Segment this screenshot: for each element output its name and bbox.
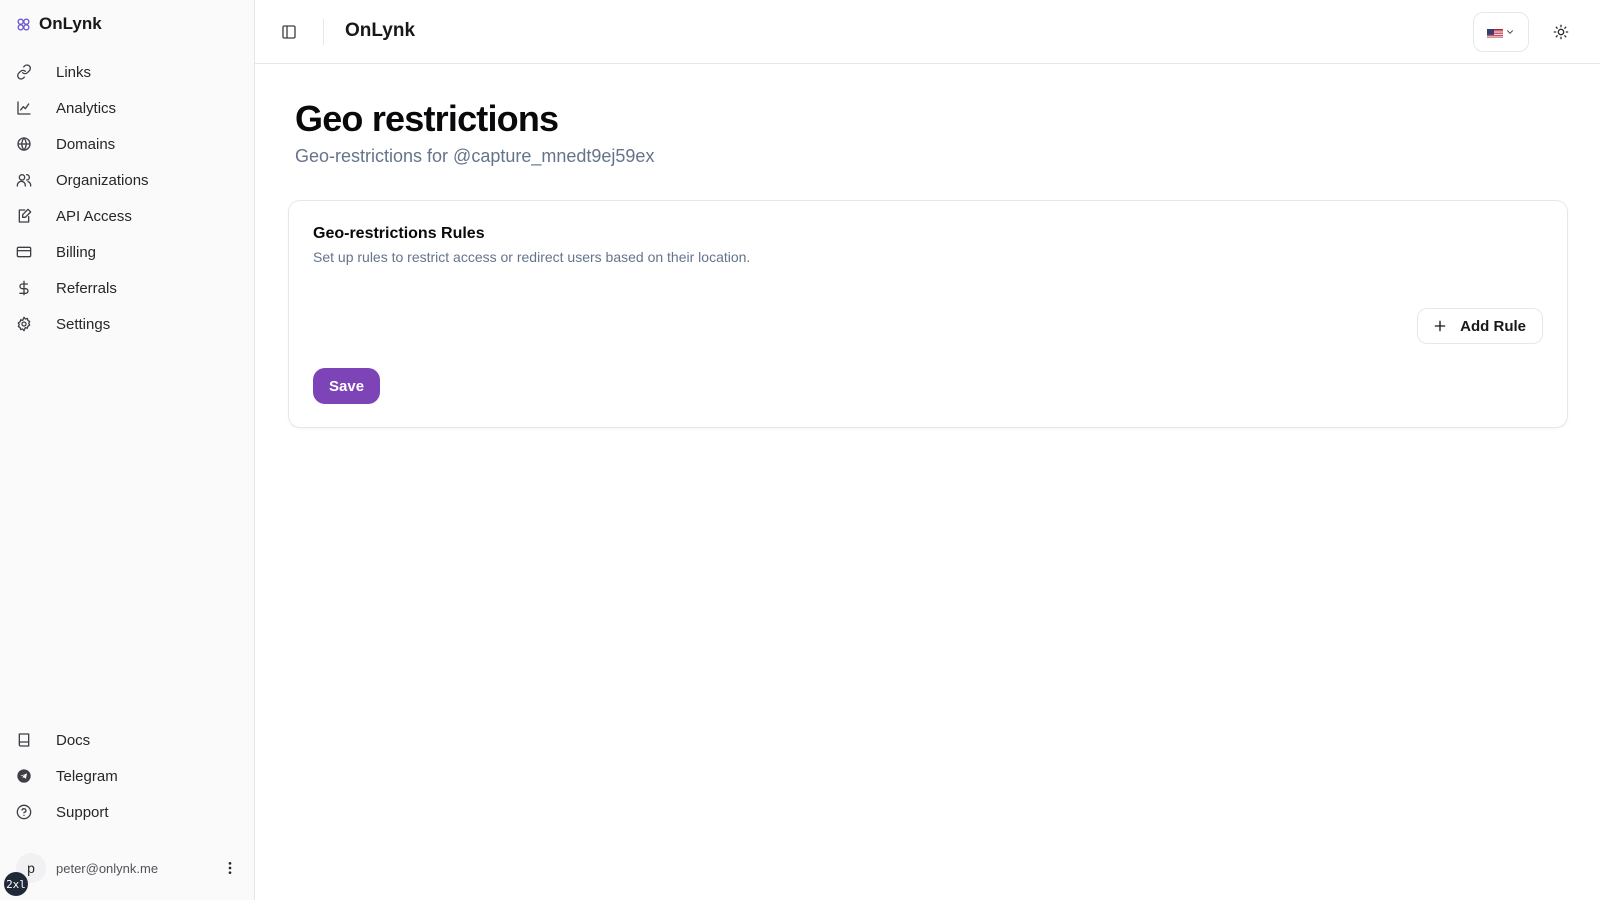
add-rule-label: Add Rule bbox=[1460, 317, 1526, 335]
sidebar-item-settings[interactable]: Settings bbox=[8, 306, 246, 342]
sidebar-item-docs[interactable]: Docs bbox=[8, 722, 246, 758]
sidebar-item-label: Support bbox=[56, 803, 109, 821]
sun-icon[interactable] bbox=[1549, 20, 1573, 44]
page-header: Geo restrictions Geo-restrictions for @c… bbox=[295, 98, 654, 167]
sidebar-item-billing[interactable]: Billing bbox=[8, 234, 246, 270]
help-circle-icon bbox=[16, 804, 32, 820]
card-title: Geo-restrictions Rules bbox=[313, 225, 485, 242]
topbar: OnLynk bbox=[255, 0, 1600, 64]
topbar-title: OnLynk bbox=[345, 20, 416, 41]
sidebar-item-referrals[interactable]: Referrals bbox=[8, 270, 246, 306]
chart-icon bbox=[16, 100, 32, 116]
plus-icon bbox=[1432, 318, 1448, 334]
sidebar-item-telegram[interactable]: Telegram bbox=[8, 758, 246, 794]
globe-icon bbox=[16, 136, 32, 152]
sidebar-item-label: Analytics bbox=[56, 99, 117, 117]
user-profile[interactable]: p peter@onlynk.me bbox=[16, 852, 242, 884]
credit-card-icon bbox=[16, 244, 32, 260]
logo-icon bbox=[16, 17, 31, 32]
sidebar-item-links[interactable]: Links bbox=[8, 54, 246, 90]
users-icon bbox=[16, 172, 32, 188]
sidebar-toggle-icon[interactable] bbox=[277, 20, 301, 44]
sidebar-item-analytics[interactable]: Analytics bbox=[8, 90, 246, 126]
sidebar-item-support[interactable]: Support bbox=[8, 794, 246, 830]
sidebar-item-api-access[interactable]: API Access bbox=[8, 198, 246, 234]
telegram-icon bbox=[16, 768, 32, 784]
book-icon bbox=[16, 732, 32, 748]
sidebar-bottom-nav: Docs Telegram Support bbox=[8, 722, 246, 830]
sidebar-item-label: Billing bbox=[56, 243, 97, 261]
language-selector[interactable] bbox=[1473, 12, 1529, 52]
sidebar-item-label: Links bbox=[56, 63, 92, 81]
sidebar-item-label: Organizations bbox=[56, 171, 149, 189]
add-rule-button[interactable]: Add Rule bbox=[1417, 308, 1543, 344]
save-button[interactable]: Save bbox=[313, 368, 381, 404]
sidebar-item-label: Domains bbox=[56, 135, 116, 153]
brand[interactable]: OnLynk bbox=[16, 13, 102, 35]
geo-rules-card: Geo-restrictions Rules Set up rules to r… bbox=[288, 200, 1568, 428]
page-title: Geo restrictions bbox=[295, 98, 559, 139]
sidebar-item-label: Referrals bbox=[56, 279, 117, 297]
sidebar: OnLynk Links Analytics Domains Organizat… bbox=[0, 0, 255, 900]
sidebar-nav: Links Analytics Domains Organizations AP… bbox=[8, 54, 246, 342]
us-flag-icon bbox=[1487, 27, 1503, 38]
document-edit-icon bbox=[16, 208, 32, 224]
link-icon bbox=[16, 64, 32, 80]
dollar-icon bbox=[16, 280, 32, 296]
sidebar-item-label: API Access bbox=[56, 207, 132, 225]
card-description: Set up rules to restrict access or redir… bbox=[313, 249, 751, 265]
sidebar-item-label: Telegram bbox=[56, 767, 118, 785]
user-email: peter@onlynk.me bbox=[56, 860, 159, 876]
app-root: OnLynk Links Analytics Domains Organizat… bbox=[0, 0, 1600, 900]
topbar-divider bbox=[323, 19, 324, 45]
more-vertical-icon[interactable] bbox=[218, 856, 242, 880]
chevron-down-icon bbox=[1505, 27, 1515, 37]
sidebar-item-domains[interactable]: Domains bbox=[8, 126, 246, 162]
gear-icon bbox=[16, 316, 32, 332]
brand-name: OnLynk bbox=[39, 14, 102, 33]
main-content: OnLynk Geo restrictions Geo-restrictions… bbox=[255, 0, 1600, 900]
sidebar-item-label: Settings bbox=[56, 315, 111, 333]
sidebar-item-label: Docs bbox=[56, 731, 91, 749]
breakpoint-badge: 2xl bbox=[4, 872, 28, 896]
page-subtitle: Geo-restrictions for @capture_mnedt9ej59… bbox=[295, 146, 655, 166]
sidebar-item-organizations[interactable]: Organizations bbox=[8, 162, 246, 198]
